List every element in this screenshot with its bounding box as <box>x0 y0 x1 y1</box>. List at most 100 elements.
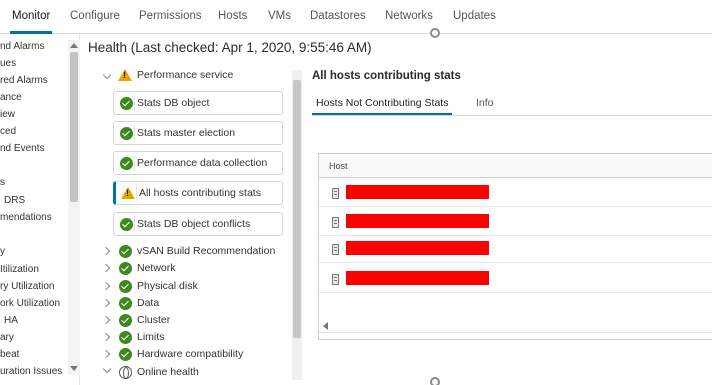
divider <box>134 125 135 141</box>
nav-item[interactable]: s <box>0 177 5 188</box>
warning-icon <box>121 187 135 199</box>
grid-footer <box>319 332 712 333</box>
nav-item[interactable]: uration Issues <box>0 366 62 377</box>
table-row[interactable] <box>319 235 712 263</box>
tree-item-network[interactable]: Network <box>137 262 176 274</box>
check-circle-icon <box>119 262 132 275</box>
scroll-down-icon[interactable] <box>70 366 78 371</box>
table-row[interactable] <box>319 208 712 236</box>
divider <box>136 185 137 201</box>
check-stats-db-object[interactable]: Stats DB object <box>113 91 283 115</box>
globe-icon <box>119 366 132 379</box>
nav-item[interactable]: HA <box>4 315 18 326</box>
nav-item[interactable]: mendations <box>0 212 52 223</box>
check-circle-icon <box>120 127 133 140</box>
check-circle-icon <box>119 245 132 258</box>
nav-item[interactable]: ues <box>0 58 16 69</box>
chevron-down-icon[interactable] <box>102 364 112 374</box>
chevron-right-icon[interactable] <box>101 281 111 291</box>
detail-title: All hosts contributing stats <box>312 70 461 82</box>
resize-handle-top[interactable] <box>430 28 440 38</box>
tree-item-vsan-build-recommendation[interactable]: vSAN Build Recommendation <box>137 245 275 257</box>
check-stats-db-object-conflicts[interactable]: Stats DB object conflicts <box>113 212 283 236</box>
check-all-hosts-contributing-stats[interactable]: All hosts contributing stats <box>113 181 283 205</box>
nav-item[interactable]: y <box>0 246 5 257</box>
tree-scrollbar[interactable] <box>292 70 302 380</box>
tree-item-physical-disk[interactable]: Physical disk <box>137 280 198 292</box>
host-icon <box>332 244 339 255</box>
nav-item[interactable]: red Alarms <box>0 75 48 86</box>
check-circle-icon <box>119 280 132 293</box>
divider <box>134 216 135 232</box>
tab-networks[interactable]: Networks <box>385 10 433 22</box>
grid-horizontal-scrollbar[interactable] <box>319 320 712 332</box>
tab-hosts[interactable]: Hosts <box>218 10 247 22</box>
resize-handle-bottom[interactable] <box>430 377 440 385</box>
chevron-right-icon[interactable] <box>101 298 111 308</box>
tab-monitor[interactable]: Monitor <box>9 10 53 34</box>
nav-item[interactable]: ced <box>0 126 16 137</box>
tab-permissions[interactable]: Permissions <box>139 10 202 22</box>
grid-header: Host <box>319 154 712 178</box>
tab-configure[interactable]: Configure <box>70 10 120 22</box>
tab-updates[interactable]: Updates <box>453 10 496 22</box>
nav-item[interactable]: ary <box>0 332 14 343</box>
tab-vms[interactable]: VMs <box>268 10 291 22</box>
nav-item[interactable]: ance <box>0 92 22 103</box>
chevron-right-icon[interactable] <box>101 332 111 342</box>
nav-item[interactable]: DRS <box>4 195 25 206</box>
chevron-right-icon[interactable] <box>101 349 111 359</box>
chevron-right-icon[interactable] <box>101 263 111 273</box>
scroll-thumb[interactable] <box>293 80 301 338</box>
tab-datastores[interactable]: Datastores <box>310 10 366 22</box>
nav-item[interactable]: Itilization <box>0 264 39 275</box>
top-tab-bar: Monitor Configure Permissions Hosts VMs … <box>0 0 712 34</box>
check-circle-icon <box>119 348 132 361</box>
tree-item-data[interactable]: Data <box>137 297 159 309</box>
check-circle-icon <box>119 331 132 344</box>
divider <box>134 155 135 171</box>
tree-item-cluster[interactable]: Cluster <box>137 314 170 326</box>
tab-info[interactable]: Info <box>476 97 494 109</box>
chevron-right-icon[interactable] <box>101 246 111 256</box>
tree-item-online-health[interactable]: Online health <box>137 366 199 378</box>
redacted-host-name <box>346 241 489 255</box>
host-icon <box>332 274 339 285</box>
warning-icon <box>118 69 132 81</box>
column-header-host[interactable]: Host <box>329 161 348 171</box>
nav-item[interactable]: iew <box>0 109 15 120</box>
redacted-host-name <box>346 214 489 228</box>
check-performance-data-collection[interactable]: Performance data collection <box>113 151 283 175</box>
tab-hosts-not-contributing-stats[interactable]: Hosts Not Contributing Stats <box>311 97 453 115</box>
redacted-host-name <box>346 271 489 285</box>
scroll-thumb[interactable] <box>70 52 78 202</box>
host-icon <box>332 188 339 199</box>
redacted-host-name <box>346 185 489 199</box>
check-circle-icon <box>119 314 132 327</box>
chevron-down-icon[interactable] <box>102 70 112 80</box>
tree-item-limits[interactable]: Limits <box>137 331 164 343</box>
check-label: All hosts contributing stats <box>139 187 261 199</box>
tree-item-performance-service[interactable]: Performance service <box>137 69 233 81</box>
check-circle-icon <box>119 297 132 310</box>
check-stats-master-election[interactable]: Stats master election <box>113 121 283 145</box>
check-circle-icon <box>120 157 133 170</box>
check-label: Stats DB object <box>137 97 210 109</box>
scroll-left-icon[interactable] <box>323 322 328 330</box>
check-label: Stats DB object conflicts <box>137 218 251 230</box>
nav-item[interactable]: nd Alarms <box>0 41 44 52</box>
page-title: Health (Last checked: Apr 1, 2020, 9:55:… <box>88 40 372 55</box>
nav-item[interactable]: ry Utilization <box>0 281 54 292</box>
tree-item-hardware-compatibility[interactable]: Hardware compatibility <box>137 348 243 360</box>
table-row[interactable] <box>319 265 712 293</box>
nav-item[interactable]: beat <box>0 349 19 360</box>
table-row[interactable] <box>319 179 712 207</box>
chevron-right-icon[interactable] <box>101 315 111 325</box>
scroll-up-icon[interactable] <box>70 43 78 48</box>
left-nav-scrollbar[interactable] <box>68 40 80 375</box>
nav-item[interactable]: nd Events <box>0 143 44 154</box>
nav-item[interactable]: ork Utilization <box>0 298 60 309</box>
check-circle-icon <box>120 218 133 231</box>
check-circle-icon <box>120 97 133 110</box>
check-label: Performance data collection <box>137 157 268 169</box>
